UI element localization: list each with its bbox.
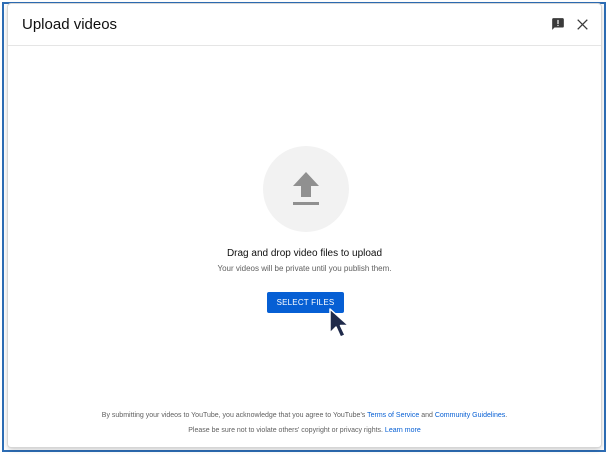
legal-line-2-text: Please be sure not to violate others' co… bbox=[188, 427, 385, 434]
upload-dialog: Upload videos Drag and drop video files … bbox=[8, 4, 601, 447]
legal-line-1-text: By submitting your videos to YouTube, yo… bbox=[101, 412, 368, 419]
legal-and-text: and bbox=[419, 412, 435, 419]
private-notice-text: Your videos will be private until you pu… bbox=[217, 264, 392, 273]
community-guidelines-link[interactable]: Community Guidelines bbox=[435, 412, 505, 419]
legal-line-2: Please be sure not to violate others' co… bbox=[8, 423, 601, 438]
mouse-pointer-icon bbox=[329, 308, 350, 338]
upload-arrow-icon bbox=[293, 172, 319, 205]
legal-line-1: By submitting your videos to YouTube, yo… bbox=[8, 408, 601, 423]
learn-more-link[interactable]: Learn more bbox=[385, 427, 421, 434]
feedback-button[interactable] bbox=[549, 15, 567, 33]
dialog-title: Upload videos bbox=[22, 16, 118, 33]
drag-drop-text: Drag and drop video files to upload bbox=[226, 248, 383, 259]
upload-drop-zone[interactable] bbox=[263, 146, 349, 232]
close-button[interactable] bbox=[573, 15, 591, 33]
feedback-icon bbox=[552, 18, 564, 30]
legal-line-1-suffix: . bbox=[505, 412, 508, 419]
terms-of-service-link[interactable]: Terms of Service bbox=[367, 412, 419, 419]
close-icon bbox=[576, 18, 588, 30]
dialog-header: Upload videos bbox=[8, 4, 601, 46]
legal-notice: By submitting your videos to YouTube, yo… bbox=[8, 408, 601, 438]
